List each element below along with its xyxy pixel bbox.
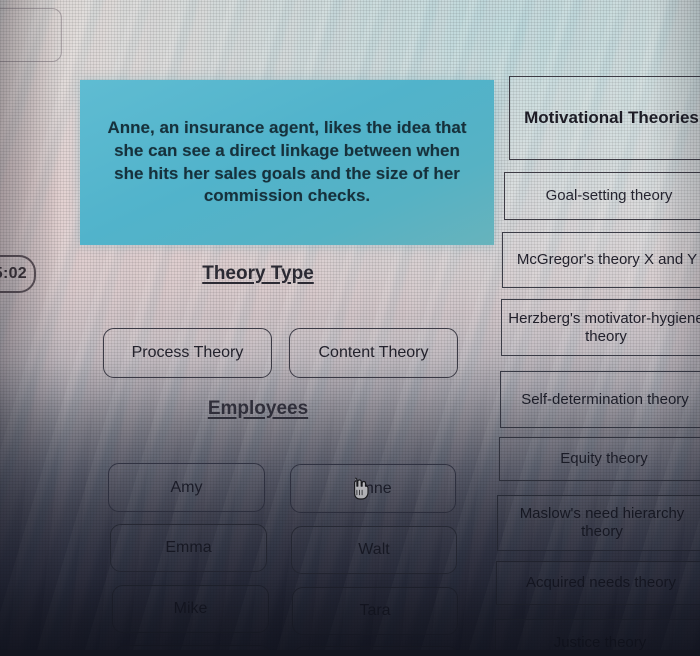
background-vignette xyxy=(0,0,700,656)
screen-photo: 5:02 ces Anne, an insurance agent, likes… xyxy=(0,0,700,656)
screen-bottom-edge xyxy=(0,650,700,656)
